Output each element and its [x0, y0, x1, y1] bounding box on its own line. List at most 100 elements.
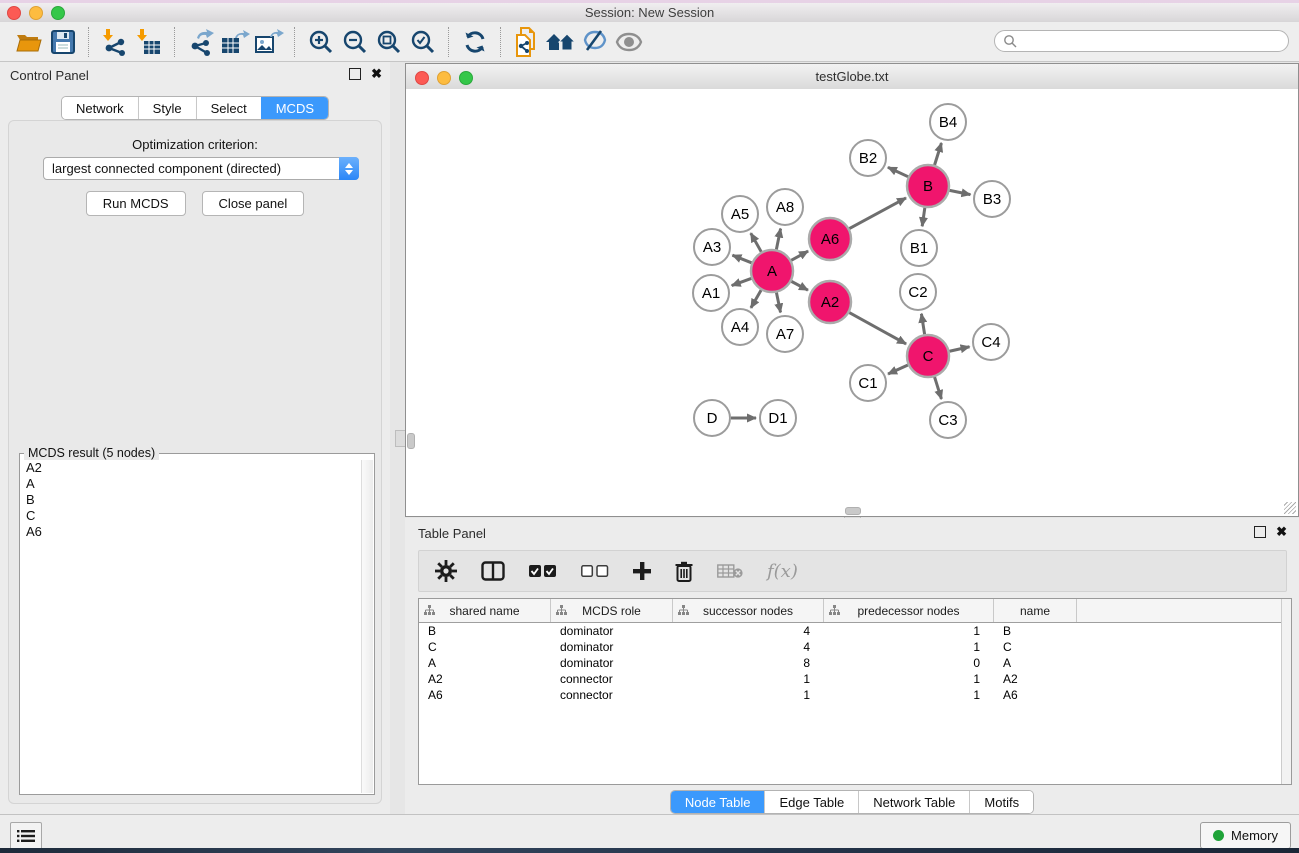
- graph-node-C3[interactable]: C3: [930, 402, 966, 438]
- network-vertical-scrollbar[interactable]: [407, 433, 415, 449]
- run-mcds-button[interactable]: Run MCDS: [86, 191, 186, 216]
- table-cell[interactable]: 8: [673, 655, 824, 671]
- task-history-button[interactable]: [10, 822, 42, 850]
- criterion-dropdown[interactable]: largest connected component (directed): [43, 157, 359, 180]
- import-network-icon[interactable]: [98, 26, 132, 58]
- graph-node-B[interactable]: B: [907, 165, 949, 207]
- toggle-graphics-details-icon[interactable]: [612, 26, 646, 58]
- mcds-result-item[interactable]: A: [21, 476, 362, 492]
- graph-node-C1[interactable]: C1: [850, 365, 886, 401]
- graph-node-A6[interactable]: A6: [809, 218, 851, 260]
- mcds-result-item[interactable]: A2: [21, 460, 362, 476]
- tab-network-table[interactable]: Network Table: [858, 791, 969, 813]
- zoom-selected-icon[interactable]: [406, 26, 440, 58]
- tab-node-table[interactable]: Node Table: [671, 791, 765, 813]
- table-cell[interactable]: B: [419, 623, 551, 639]
- first-neighbors-icon[interactable]: [544, 26, 578, 58]
- column-header-shared-name[interactable]: shared name: [419, 599, 551, 622]
- table-cell[interactable]: 1: [824, 671, 994, 687]
- mcds-result-scrollbar[interactable]: [361, 460, 373, 793]
- graph-node-D1[interactable]: D1: [760, 400, 796, 436]
- export-table-icon[interactable]: [218, 26, 252, 58]
- memory-button[interactable]: Memory: [1200, 822, 1291, 849]
- graph-node-B1[interactable]: B1: [901, 230, 937, 266]
- float-panel-icon[interactable]: [349, 68, 361, 80]
- graph-node-B2[interactable]: B2: [850, 140, 886, 176]
- table-cell[interactable]: 1: [824, 687, 994, 703]
- close-panel-icon[interactable]: ✖: [371, 69, 382, 79]
- window-resize-grip[interactable]: [1284, 502, 1296, 514]
- export-network-icon[interactable]: [184, 26, 218, 58]
- tab-mcds[interactable]: MCDS: [261, 97, 328, 119]
- mcds-result-item[interactable]: B: [21, 492, 362, 508]
- table-cell[interactable]: connector: [551, 671, 673, 687]
- tab-motifs[interactable]: Motifs: [969, 791, 1033, 813]
- zoom-in-icon[interactable]: [304, 26, 338, 58]
- table-cell[interactable]: 1: [673, 671, 824, 687]
- table-cell[interactable]: A6: [419, 687, 551, 703]
- close-panel-button[interactable]: Close panel: [202, 191, 305, 216]
- graph-node-C2[interactable]: C2: [900, 274, 936, 310]
- table-row[interactable]: A6connector11A6: [419, 687, 1291, 703]
- table-close-panel-icon[interactable]: ✖: [1276, 527, 1287, 537]
- save-session-icon[interactable]: [46, 26, 80, 58]
- table-cell[interactable]: dominator: [551, 623, 673, 639]
- graph-node-D[interactable]: D: [694, 400, 730, 436]
- mcds-result-item[interactable]: A6: [21, 524, 362, 540]
- delete-column-trash-icon[interactable]: [675, 561, 693, 582]
- column-header-MCDS-role[interactable]: MCDS role: [551, 599, 673, 622]
- mcds-result-item[interactable]: C: [21, 508, 362, 524]
- table-options-gear-icon[interactable]: [435, 560, 457, 582]
- node-table[interactable]: shared nameMCDS rolesuccessor nodesprede…: [418, 598, 1292, 785]
- table-scrollbar[interactable]: [1281, 599, 1291, 784]
- column-header-predecessor-nodes[interactable]: predecessor nodes: [824, 599, 994, 622]
- table-row[interactable]: Bdominator41B: [419, 623, 1291, 639]
- graph-node-C4[interactable]: C4: [973, 324, 1009, 360]
- column-header-name[interactable]: name: [994, 599, 1077, 622]
- table-cell[interactable]: A: [994, 655, 1077, 671]
- show-column-icon[interactable]: [481, 561, 505, 581]
- tab-edge-table[interactable]: Edge Table: [764, 791, 858, 813]
- graph-node-A7[interactable]: A7: [767, 316, 803, 352]
- table-cell[interactable]: C: [994, 639, 1077, 655]
- table-cell[interactable]: 1: [673, 687, 824, 703]
- table-cell[interactable]: 1: [824, 623, 994, 639]
- table-cell[interactable]: 0: [824, 655, 994, 671]
- graph-node-A4[interactable]: A4: [722, 309, 758, 345]
- table-cell[interactable]: A: [419, 655, 551, 671]
- hide-labels-icon[interactable]: [578, 26, 612, 58]
- network-horizontal-scrollbar[interactable]: [845, 507, 861, 515]
- mcds-result-list[interactable]: A2ABCA6: [21, 460, 362, 793]
- open-file-icon[interactable]: [12, 26, 46, 58]
- graph-node-A3[interactable]: A3: [694, 229, 730, 265]
- table-float-panel-icon[interactable]: [1254, 526, 1266, 538]
- zoom-fit-icon[interactable]: [372, 26, 406, 58]
- graph-node-A2[interactable]: A2: [809, 281, 851, 323]
- table-row[interactable]: Adominator80A: [419, 655, 1291, 671]
- table-cell[interactable]: 1: [824, 639, 994, 655]
- add-column-icon[interactable]: [633, 562, 651, 580]
- table-cell[interactable]: A6: [994, 687, 1077, 703]
- network-window-titlebar[interactable]: testGlobe.txt: [406, 64, 1298, 90]
- graph-node-B3[interactable]: B3: [974, 181, 1010, 217]
- search-box[interactable]: [994, 30, 1289, 52]
- search-input[interactable]: [1022, 33, 1288, 49]
- table-cell[interactable]: 4: [673, 623, 824, 639]
- table-row[interactable]: Cdominator41C: [419, 639, 1291, 655]
- column-header-successor-nodes[interactable]: successor nodes: [673, 599, 824, 622]
- select-all-checkboxes-icon[interactable]: [529, 565, 557, 578]
- table-cell[interactable]: B: [994, 623, 1077, 639]
- table-row[interactable]: A2connector11A2: [419, 671, 1291, 687]
- deselect-all-checkboxes-icon[interactable]: [581, 565, 609, 578]
- table-cell[interactable]: C: [419, 639, 551, 655]
- tab-style[interactable]: Style: [138, 97, 196, 119]
- zoom-out-icon[interactable]: [338, 26, 372, 58]
- import-table-icon[interactable]: [132, 26, 166, 58]
- tab-select[interactable]: Select: [196, 97, 261, 119]
- table-cell[interactable]: 4: [673, 639, 824, 655]
- tab-network[interactable]: Network: [62, 97, 138, 119]
- graph-node-A1[interactable]: A1: [693, 275, 729, 311]
- graph-node-A[interactable]: A: [751, 250, 793, 292]
- graph-node-A8[interactable]: A8: [767, 189, 803, 225]
- graph-node-B4[interactable]: B4: [930, 104, 966, 140]
